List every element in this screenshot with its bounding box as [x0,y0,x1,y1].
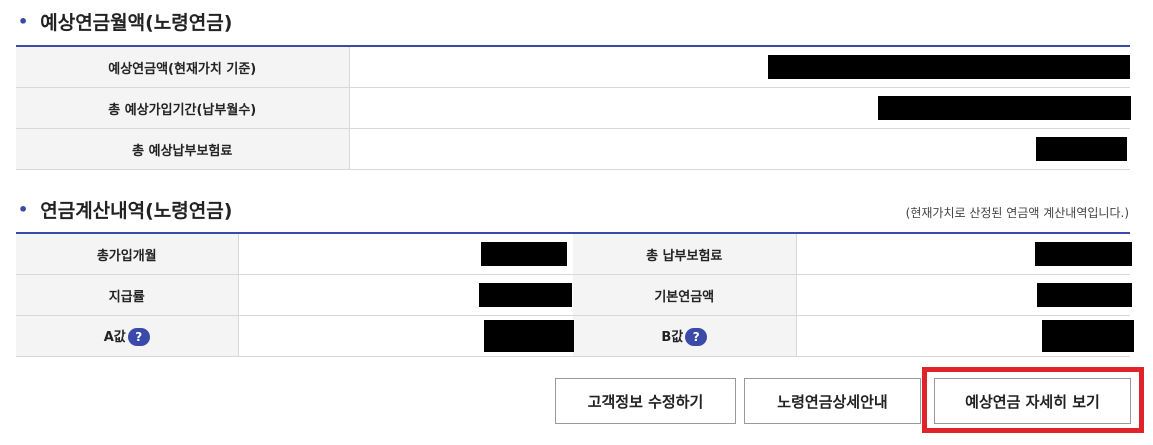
row-label: 지급률 [16,274,239,316]
section-title-expected-pension: • 예상연금월액(노령연금) [18,8,232,35]
row-label: 총 예상가입기간(납부월수) [16,87,350,129]
pension-detail-guide-button[interactable]: 노령연금상세안내 [744,378,921,424]
row-value-redacted [796,274,1132,316]
row-label: 총 예상납부보험료 [16,128,350,170]
table-row: 총 예상납부보험료 [16,128,1130,170]
row-label: 총 납부보험료 [573,233,797,275]
expected-pension-table: 예상연금액(현재가치 기준) 총 예상가입기간(납부월수) 총 예상납부보험료 [16,45,1131,170]
row-value-redacted [796,233,1132,275]
row-value-redacted [349,128,1130,170]
row-value-redacted [238,233,573,275]
row-value-redacted [796,315,1134,357]
row-label: A값? [16,315,239,357]
row-label: 총가입개월 [16,233,239,275]
section-title-text: 예상연금월액(노령연금) [40,12,233,34]
row-value-redacted [349,87,1131,129]
row-label: 예상연금액(현재가치 기준) [16,46,350,88]
table-row: 총가입개월 총 납부보험료 [16,233,1132,275]
table-row: A값? B값? [16,315,1134,357]
a-value-label: A값 [103,329,126,345]
bullet-dot-icon: • [18,200,29,219]
table-row: 지급률 기본연금액 [16,274,1132,316]
highlight-box [922,367,1144,433]
row-label: B값? [573,315,797,357]
edit-customer-info-button[interactable]: 고객정보 수정하기 [555,378,736,424]
table-row: 총 예상가입기간(납부월수) [16,87,1131,129]
row-label: 기본연금액 [573,274,797,316]
help-question-icon[interactable]: ? [127,328,150,347]
b-value-label: B값 [661,329,684,345]
row-value-redacted [238,315,574,357]
row-value-redacted [238,274,573,316]
bullet-dot-icon: • [18,12,29,31]
help-question-icon[interactable]: ? [685,328,708,347]
section-title-text: 연금계산내역(노령연금) [40,200,233,222]
table-row: 예상연금액(현재가치 기준) [16,46,1130,88]
section-title-pension-calculation: • 연금계산내역(노령연금) [18,196,232,223]
row-value-redacted [349,46,1130,88]
calculation-note: (현재가치로 산정된 연금액 계산내역입니다.) [905,206,1129,220]
pension-calculation-table: 총가입개월 총 납부보험료 지급률 기본연금액 A값? B값? [16,232,1134,357]
